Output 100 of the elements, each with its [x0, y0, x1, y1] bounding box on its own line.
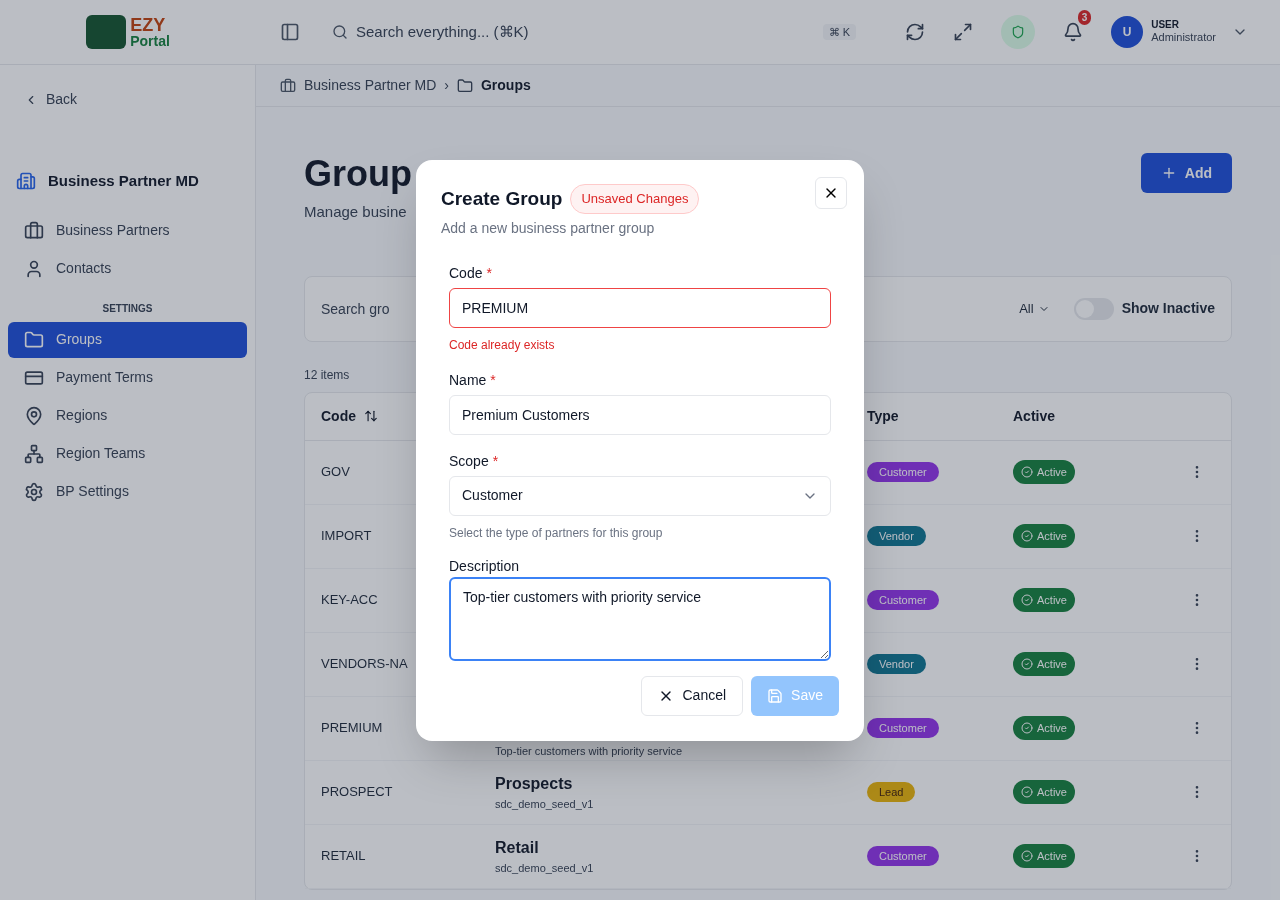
show-inactive-label: Show Inactive [1121, 299, 1215, 318]
code-cell: VENDORS-NA [321, 656, 408, 672]
text-field[interactable]: Premium Customers [449, 394, 831, 435]
name-cell-text: Retail [495, 837, 539, 858]
shield-icon [1011, 25, 1026, 39]
item-count: 12 items [304, 366, 350, 384]
logo-subtext: Portal [130, 34, 170, 48]
text-field[interactable]: PREMIUM [449, 287, 831, 328]
close-button[interactable] [815, 177, 847, 209]
cancel-button[interactable]: Cancel [641, 675, 744, 716]
briefcase-icon [280, 77, 296, 94]
refresh-icon[interactable] [905, 22, 926, 42]
type-tag: Vendor [867, 526, 926, 547]
sidebar-item[interactable]: Business Partners [8, 212, 247, 249]
error-message: Code already exists [449, 336, 555, 354]
type-tag: Vendor [867, 654, 926, 675]
user-avatar[interactable]: U [1111, 16, 1144, 48]
field-label: Description [449, 556, 520, 576]
description-cell-text: sdc_demo_seed_v1 [495, 860, 594, 876]
notification-count: 3 [1077, 10, 1092, 25]
user-icon [24, 258, 44, 279]
dialog-title: Create Group [441, 186, 563, 211]
save-icon [767, 687, 784, 704]
search-icon [332, 24, 348, 40]
status-text: Active [1037, 592, 1067, 608]
sidebar-section-label: SETTINGS [102, 301, 153, 316]
code-cell: PREMIUM [321, 720, 383, 736]
notification-icon[interactable] [1063, 22, 1084, 42]
breadcrumb-current: Groups [480, 76, 531, 95]
module-icon [16, 171, 36, 192]
type-tag: Customer [867, 846, 939, 867]
field-label: Scope [449, 451, 489, 471]
settings-icon [24, 481, 44, 502]
status-text: Active [1037, 720, 1067, 736]
description-field[interactable]: Top-tier customers with priority service [449, 576, 831, 661]
folder-icon [456, 77, 473, 94]
logo-mark-icon [86, 15, 127, 49]
briefcase-icon [24, 220, 44, 241]
description-cell-text: sdc_demo_seed_v1 [495, 796, 594, 812]
check-circle-icon [1021, 466, 1033, 478]
description-cell-text: Top-tier customers with priority service [495, 743, 683, 759]
module-title: Business Partner MD [48, 171, 199, 191]
code-cell: RETAIL [321, 848, 366, 864]
shortcut-hint: ⌘ K [822, 23, 856, 41]
field-hint: Select the type of partners for this group [449, 524, 663, 542]
code-cell: IMPORT [321, 528, 372, 544]
required-mark: * [486, 263, 492, 283]
sidebar-item[interactable]: Groups [8, 321, 247, 358]
check-circle-icon [1021, 658, 1033, 670]
network-icon [24, 443, 44, 464]
type-tag: Lead [867, 782, 916, 803]
sidebar-toggle-icon[interactable] [280, 22, 300, 42]
back-link[interactable]: Back [24, 89, 78, 110]
page-subtitle: Manage busine [304, 202, 407, 222]
type-tag: Customer [867, 590, 939, 611]
folder-icon [24, 329, 44, 350]
breadcrumb-separator: › [444, 76, 449, 95]
scope-select[interactable]: Customer [449, 475, 831, 516]
check-circle-icon [1021, 786, 1033, 798]
code-cell: GOV [321, 464, 350, 480]
sidebar-item[interactable]: BP Settings [8, 473, 247, 510]
add-button[interactable]: Add [1140, 153, 1232, 193]
user-role: Administrator [1151, 31, 1216, 46]
status-text: Active [1037, 656, 1067, 672]
check-circle-icon [1021, 850, 1033, 862]
search-input[interactable]: Search everything... (⌘K) [356, 20, 815, 44]
sidebar-item[interactable]: Region Teams [8, 435, 247, 472]
column-header: Active [1013, 407, 1056, 424]
required-mark: * [492, 451, 499, 471]
check-circle-icon [1021, 594, 1033, 606]
column-header: Type [867, 407, 899, 424]
code-cell: KEY-ACC [321, 592, 378, 608]
sidebar-item[interactable]: Regions [8, 397, 247, 434]
dialog-subtitle: Add a new business partner group [441, 218, 656, 238]
unsaved-changes-tag: Unsaved Changes [570, 184, 700, 214]
status-text: Active [1037, 848, 1067, 864]
required-mark: * [490, 370, 496, 390]
name-cell-text: Prospects [495, 773, 573, 794]
pin-icon [24, 405, 44, 426]
type-tag: Customer [867, 718, 939, 739]
type-tag: Customer [867, 462, 939, 483]
status-text: Active [1037, 464, 1067, 480]
sidebar-item[interactable]: Contacts [8, 250, 247, 287]
field-label: Name [449, 370, 487, 390]
status-text: Active [1037, 784, 1067, 800]
sidebar-item[interactable]: Payment Terms [8, 359, 247, 396]
search-field[interactable]: Search everything... (⌘K) ⌘ K [324, 12, 864, 52]
sort-icon [364, 409, 378, 423]
page-title: Group [304, 152, 412, 196]
breadcrumb-link[interactable]: Business Partner MD [304, 75, 437, 96]
logo-text: EZY [130, 16, 167, 34]
status-text: Active [1037, 528, 1067, 544]
check-circle-icon [1021, 530, 1033, 542]
code-cell: PROSPECT [321, 784, 393, 800]
user-name: USER [1151, 18, 1180, 32]
group-search-field[interactable]: Search gro [321, 290, 411, 327]
scope-filter[interactable]: All [1019, 298, 1050, 319]
expand-icon[interactable] [953, 22, 974, 42]
check-circle-icon [1021, 722, 1033, 734]
field-label: Code [449, 263, 483, 283]
